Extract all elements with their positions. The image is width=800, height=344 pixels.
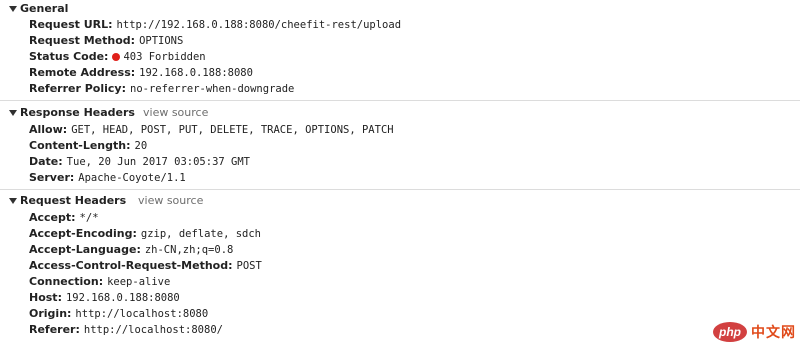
section-divider — [0, 100, 800, 101]
header-value: Apache-Coyote/1.1 — [78, 172, 186, 184]
header-key: Allow: — [29, 123, 68, 136]
request-row-accept-encoding: Accept-Encoding: gzip, deflate, sdch — [29, 227, 261, 243]
header-key: Request Method: — [29, 34, 136, 47]
header-value: */* — [79, 212, 99, 224]
header-value: 403 Forbidden — [123, 51, 206, 63]
general-section-title: General — [20, 2, 69, 15]
header-value: GET, HEAD, POST, PUT, DELETE, TRACE, OPT… — [71, 124, 394, 136]
request-row-connection: Connection: keep-alive — [29, 275, 170, 291]
request-headers-section-header[interactable]: Request Headers view source — [0, 193, 800, 209]
site-watermark: php 中文网 — [713, 321, 796, 343]
general-row-remote-address: Remote Address: 192.168.0.188:8080 — [29, 66, 253, 82]
header-key: Request URL: — [29, 18, 113, 31]
header-key: Accept-Language: — [29, 243, 141, 256]
header-value: POST — [236, 260, 262, 272]
request-row-accept-language: Accept-Language: zh-CN,zh;q=0.8 — [29, 243, 233, 259]
header-value: http://localhost:8080 — [75, 308, 209, 320]
section-divider — [0, 189, 800, 190]
request-row-host: Host: 192.168.0.188:8080 — [29, 291, 180, 307]
general-row-request-method: Request Method: OPTIONS — [29, 34, 183, 50]
header-key: Referer: — [29, 323, 80, 336]
response-headers-section-header[interactable]: Response Headers view source — [0, 105, 800, 121]
cut-off-row — [29, 338, 689, 344]
header-value: Tue, 20 Jun 2017 03:05:37 GMT — [66, 156, 250, 168]
header-key: Content-Length: — [29, 139, 131, 152]
header-key: Accept: — [29, 211, 76, 224]
header-key: Connection: — [29, 275, 104, 288]
response-headers-section-title: Response Headers — [20, 106, 135, 119]
request-row-origin: Origin: http://localhost:8080 — [29, 307, 208, 323]
response-row-server: Server: Apache-Coyote/1.1 — [29, 171, 186, 187]
general-section-header[interactable]: General — [0, 1, 800, 17]
response-row-date: Date: Tue, 20 Jun 2017 03:05:37 GMT — [29, 155, 250, 171]
header-key: Host: — [29, 291, 62, 304]
header-value: OPTIONS — [139, 35, 184, 47]
header-value: 192.168.0.188:8080 — [139, 67, 253, 79]
request-row-accept: Accept: */* — [29, 211, 99, 227]
general-row-request-url: Request URL: http://192.168.0.188:8080/ch… — [29, 18, 401, 34]
response-row-content-length: Content-Length: 20 — [29, 139, 147, 155]
header-key: Referrer Policy: — [29, 82, 126, 95]
response-headers-view-source-link[interactable]: view source — [143, 106, 208, 119]
status-error-dot-icon — [112, 52, 121, 61]
request-headers-view-source-link[interactable]: view source — [138, 194, 203, 207]
request-headers-section-title: Request Headers — [20, 194, 127, 207]
expand-triangle-icon[interactable] — [9, 110, 17, 116]
header-value: zh-CN,zh;q=0.8 — [144, 244, 234, 256]
header-value: http://localhost:8080/ — [83, 324, 223, 336]
expand-triangle-icon[interactable] — [9, 198, 17, 204]
header-value: keep-alive — [107, 276, 171, 288]
php-logo-icon: php — [713, 322, 747, 342]
header-value: gzip, deflate, sdch — [140, 228, 261, 240]
header-value: 192.168.0.188:8080 — [65, 292, 180, 304]
expand-triangle-icon[interactable] — [9, 6, 17, 12]
header-value: 20 — [134, 140, 148, 152]
general-row-status-code: Status Code: 403 Forbidden — [29, 50, 206, 66]
response-row-allow: Allow: GET, HEAD, POST, PUT, DELETE, TRAC… — [29, 123, 394, 139]
header-key: Server: — [29, 171, 75, 184]
request-row-access-control-request-method: Access-Control-Request-Method: POST — [29, 259, 262, 275]
watermark-text: 中文网 — [751, 324, 796, 340]
header-value: http://192.168.0.188:8080/cheefit-rest/u… — [116, 19, 402, 31]
header-value: no-referrer-when-downgrade — [130, 83, 295, 95]
header-key: Remote Address: — [29, 66, 136, 79]
header-key: Origin: — [29, 307, 72, 320]
general-row-referrer-policy: Referrer Policy: no-referrer-when-downgra… — [29, 82, 294, 98]
header-key: Date: — [29, 155, 63, 168]
header-key: Accept-Encoding: — [29, 227, 137, 240]
header-key: Status Code: — [29, 50, 109, 63]
request-row-referer: Referer: http://localhost:8080/ — [29, 323, 223, 339]
header-key: Access-Control-Request-Method: — [29, 259, 233, 272]
